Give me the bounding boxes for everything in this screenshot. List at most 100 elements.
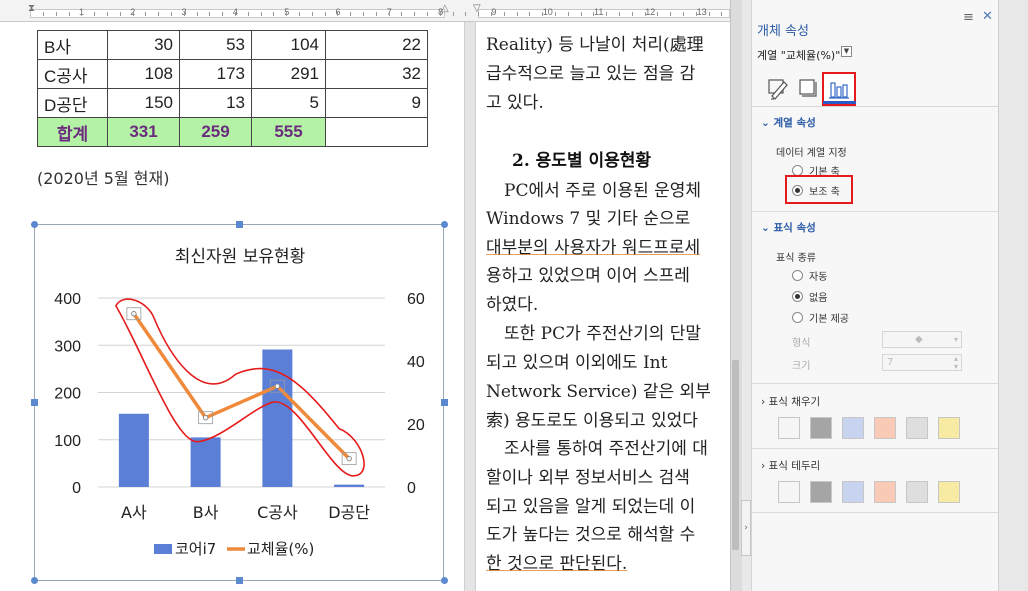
table-cell[interactable]: 259 [179, 117, 252, 147]
chart-point[interactable] [131, 311, 137, 317]
color-swatch[interactable] [842, 417, 864, 439]
table-cell[interactable]: 108 [107, 59, 180, 89]
table-total-row[interactable]: 합계 331 259 555 [37, 117, 428, 147]
table-cell[interactable]: C공사 [37, 59, 108, 89]
resize-handle-s[interactable] [236, 577, 243, 584]
size-input[interactable]: 7 ▴ ▾ [882, 354, 962, 371]
table-cell[interactable]: 22 [325, 30, 428, 60]
resize-handle-se[interactable] [441, 577, 448, 584]
radio-button[interactable] [792, 291, 803, 302]
body-text-line[interactable]: 되고 있음을 알게 되었는데 이 [486, 492, 695, 517]
table-cell[interactable] [325, 117, 428, 147]
table-cell[interactable]: 30 [107, 30, 180, 60]
chart-object[interactable]: 최신자원 보유현황 0 100 200 300 400 0 20 40 60 A사 B사 C공사 D공단 코… [31, 221, 448, 584]
table-cell[interactable]: D공단 [37, 88, 108, 118]
color-swatch[interactable] [938, 417, 960, 439]
resize-handle-w[interactable] [31, 399, 38, 406]
section-heading[interactable]: 2. 용도별 이용현황 [512, 146, 651, 171]
body-text-line[interactable]: 대부분의 사용자가 워드프로세 [486, 233, 700, 258]
body-text-line[interactable]: 하였다. [486, 290, 538, 315]
menu-icon[interactable]: ≡ [963, 10, 974, 25]
legend-swatch-bar[interactable] [154, 544, 172, 554]
color-swatch[interactable] [778, 481, 800, 503]
tab-fill-style[interactable] [792, 72, 826, 106]
table-cell[interactable]: 53 [179, 30, 252, 60]
color-swatch[interactable] [906, 481, 928, 503]
color-swatch[interactable] [874, 481, 896, 503]
panel-collapse-button[interactable]: › [741, 500, 751, 556]
tab-line-style[interactable] [760, 72, 794, 106]
body-text-line[interactable]: 할이나 외부 정보서비스 검색 [486, 463, 690, 488]
table-cell[interactable]: 13 [179, 88, 252, 118]
document-page-left[interactable]: B사 30 53 104 22 C공사 108 173 291 32 D공단 1… [0, 22, 464, 591]
body-text-line[interactable]: 索) 용도로도 이용되고 있었다 [486, 406, 698, 431]
resize-handle-ne[interactable] [441, 221, 448, 228]
color-swatch[interactable] [874, 417, 896, 439]
table-cell[interactable]: 150 [107, 88, 180, 118]
resize-handle-nw[interactable] [31, 221, 38, 228]
table-cell[interactable]: 291 [251, 59, 326, 89]
horizontal-ruler[interactable]: ⧗ △ ▽ 1234567891011121314 [0, 0, 730, 22]
table-cell[interactable]: 5 [251, 88, 326, 118]
body-text-line[interactable]: 급수적으로 늘고 있는 점을 감 [486, 59, 695, 84]
chart-point[interactable] [202, 414, 209, 421]
annotation-outline[interactable] [114, 298, 365, 477]
resize-handle-sw[interactable] [31, 577, 38, 584]
chart-line-series[interactable] [132, 312, 351, 460]
table-row[interactable]: C공사 108 173 291 32 [37, 59, 428, 89]
combo-chart[interactable]: 최신자원 보유현황 0 100 200 300 400 0 20 40 60 A사 B사 C공사 D공단코… [35, 225, 445, 582]
body-text-line[interactable]: 조사를 통하여 주전산기에 대 [504, 434, 708, 459]
data-table[interactable]: B사 30 53 104 22 C공사 108 173 291 32 D공단 1… [37, 30, 428, 147]
section-marker-fill[interactable]: › 표식 채우기 [761, 394, 820, 409]
chart-bar[interactable] [118, 413, 149, 487]
radio-button[interactable] [792, 270, 803, 281]
document-page-right[interactable]: Reality) 등 나날이 처리(處理 급수적으로 늘고 있는 점을 감 고 … [476, 22, 730, 591]
body-text-line[interactable]: 용하고 있었으며 이어 스프레 [486, 261, 690, 286]
table-cell[interactable]: 32 [325, 59, 428, 89]
table-cell[interactable]: 555 [251, 117, 326, 147]
radio-marker-builtin[interactable]: 기본 제공 [792, 310, 849, 325]
section-series-properties[interactable]: ⌄ 계열 속성 [761, 115, 816, 130]
chart-bar[interactable] [190, 437, 221, 487]
chart-point[interactable] [274, 383, 281, 389]
table-cell[interactable]: 173 [179, 59, 252, 89]
color-swatch[interactable] [810, 417, 832, 439]
table-cell[interactable]: B사 [37, 30, 108, 60]
color-swatch[interactable] [906, 417, 928, 439]
body-text-line[interactable]: 한 것으로 판단된다. [486, 549, 627, 574]
column-marker-icon[interactable]: ▽ [473, 4, 481, 14]
shape-select[interactable]: ◆ ▾ [882, 331, 962, 348]
spinner-icon[interactable]: ▴ ▾ [954, 355, 958, 371]
chart-bar[interactable] [334, 484, 365, 487]
body-text-line[interactable]: Windows 7 및 기타 순으로 [486, 204, 690, 229]
body-text-line[interactable]: 또한 PC가 주전산기의 단말 [504, 319, 701, 344]
color-swatch[interactable] [938, 481, 960, 503]
table-cell[interactable]: 331 [107, 117, 180, 147]
scrollbar-thumb[interactable] [732, 360, 739, 550]
radio-marker-none[interactable]: 없음 [792, 289, 827, 304]
chevron-down-icon[interactable]: ▼ [841, 46, 852, 57]
body-text-line[interactable]: Network Service) 같은 외부 [486, 377, 711, 402]
radio-marker-auto[interactable]: 자동 [792, 268, 827, 283]
section-marker-border[interactable]: › 표식 테두리 [761, 458, 820, 473]
color-swatch[interactable] [810, 481, 832, 503]
color-swatch[interactable] [842, 481, 864, 503]
resize-handle-n[interactable] [236, 221, 243, 228]
table-row[interactable]: D공단 150 13 5 9 [37, 88, 428, 118]
body-text-line[interactable]: 고 있다. [486, 88, 544, 113]
body-text-line[interactable]: PC에서 주로 이용된 운영체 [504, 176, 701, 201]
color-swatch[interactable] [778, 417, 800, 439]
close-icon[interactable]: ✕ [982, 9, 993, 24]
section-marker-properties[interactable]: ⌄ 표식 속성 [761, 220, 816, 235]
radio-button[interactable] [792, 312, 803, 323]
resize-handle-e[interactable] [441, 399, 448, 406]
body-text-line[interactable]: Reality) 등 나날이 처리(處理 [486, 30, 704, 55]
table-row[interactable]: B사 30 53 104 22 [37, 30, 428, 60]
chart-bar[interactable] [262, 349, 293, 487]
table-cell[interactable]: 9 [325, 88, 428, 118]
body-text-line[interactable]: 도가 높다는 것으로 해석할 수 [486, 520, 695, 545]
indent-marker-icon[interactable]: ⧗ [28, 4, 35, 14]
table-cell[interactable]: 합계 [37, 117, 108, 147]
table-cell[interactable]: 104 [251, 30, 326, 60]
body-text-line[interactable]: 되고 있으며 이외에도 Int [486, 348, 667, 373]
